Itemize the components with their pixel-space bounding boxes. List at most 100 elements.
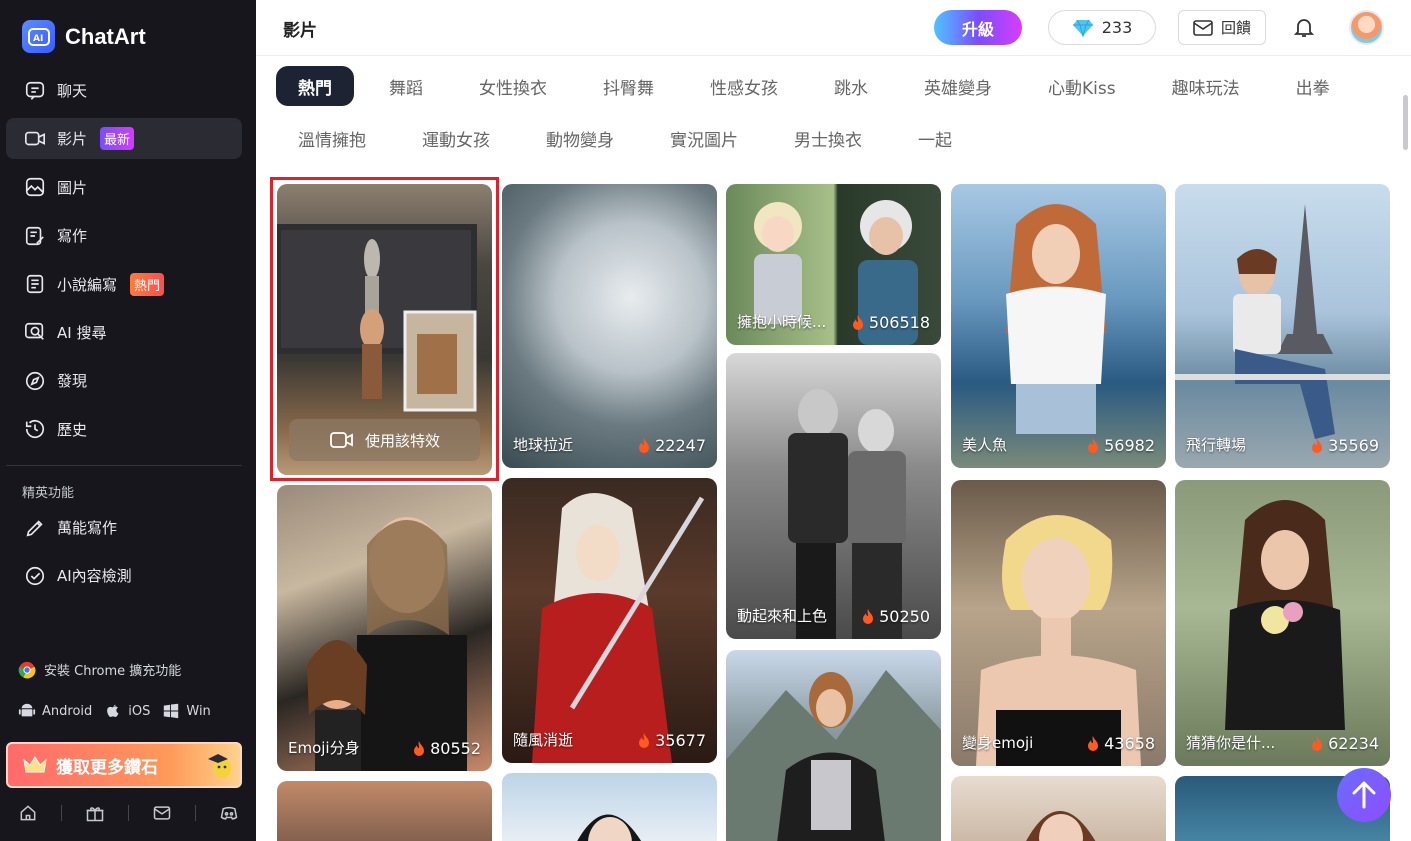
feedback-button[interactable]: 回饋	[1178, 10, 1266, 45]
effect-card[interactable]	[277, 781, 492, 841]
effect-usage-count: 50250	[861, 607, 930, 626]
tab-animal-transform[interactable]: 動物變身	[524, 118, 636, 158]
mascot-icon	[208, 754, 231, 778]
discord-icon[interactable]	[219, 803, 239, 823]
diamond-icon	[1072, 19, 1093, 37]
writing-icon	[25, 226, 44, 245]
get-diamonds-label: 獲取更多鑽石	[56, 757, 158, 778]
bell-icon[interactable]	[1292, 15, 1316, 39]
use-effect-label: 使用該特效	[364, 431, 440, 450]
tab-diving[interactable]: 跳水	[812, 66, 890, 106]
brand[interactable]: AI ChatArt	[22, 20, 146, 53]
effect-card[interactable]	[951, 776, 1166, 841]
sidebar-item-video[interactable]: 影片 最新	[6, 118, 242, 160]
effect-name: 動起來和上色	[737, 607, 828, 625]
brand-name: ChatArt	[65, 23, 146, 49]
sidebar-item-label: 寫作	[57, 227, 88, 246]
effect-card[interactable]: 動起來和上色 50250	[726, 353, 941, 639]
image-icon	[25, 178, 45, 197]
sidebar-item-label: AI 搜尋	[57, 323, 107, 342]
tab-sport-girl[interactable]: 運動女孩	[400, 118, 512, 158]
tab-dance[interactable]: 舞蹈	[367, 66, 445, 106]
sidebar-item-label: 圖片	[57, 178, 88, 197]
sidebar-divider	[6, 465, 242, 466]
toolbar-separator	[60, 805, 62, 821]
flame-icon	[1312, 735, 1323, 751]
gift-icon[interactable]	[85, 803, 105, 823]
sidebar-item-discover[interactable]: 發現	[6, 360, 242, 401]
tab-sexy-girl[interactable]: 性感女孩	[688, 66, 800, 106]
tab-warm-hug[interactable]: 溫情擁抱	[276, 118, 388, 158]
sidebar-item-chat[interactable]: 聊天	[6, 70, 242, 111]
chat-icon	[25, 81, 45, 100]
toolbar-separator	[127, 805, 129, 821]
usage-count-value: 22247	[655, 436, 706, 455]
effect-usage-count: 22247	[637, 436, 706, 455]
tab-live-photo[interactable]: 實況圖片	[648, 118, 760, 158]
tab-male-outfit[interactable]: 男士換衣	[772, 118, 884, 158]
effect-card[interactable]: 飛行轉場 35569	[1175, 184, 1390, 468]
toolbar-separator	[194, 805, 196, 821]
tab-punch[interactable]: 出拳	[1274, 66, 1352, 106]
sidebar-item-label: 歷史	[57, 420, 88, 439]
usage-count-value: 506518	[868, 313, 930, 332]
sidebar-item-label: 小說編寫	[57, 275, 118, 294]
tab-fun[interactable]: 趣味玩法	[1150, 66, 1262, 106]
effect-card[interactable]	[726, 650, 941, 841]
chrome-extension-link[interactable]: 安裝 Chrome 擴充功能	[18, 660, 181, 679]
tab-row-2: 溫情擁抱 運動女孩 動物變身 實況圖片 男士換衣 一起	[276, 118, 974, 158]
android-label[interactable]: Android	[42, 704, 92, 719]
scroll-to-top-button[interactable]	[1337, 768, 1391, 822]
sidebar-item-writing[interactable]: 寫作	[6, 215, 242, 256]
flame-icon	[639, 437, 650, 453]
elite-nav: 萬能寫作 AI內容檢測	[6, 507, 242, 604]
windows-icon[interactable]	[162, 702, 180, 720]
flame-icon	[1088, 735, 1099, 751]
sidebar-nav: 聊天 影片 最新 圖片 寫作 小說編寫 熱門 AI 搜尋 發現 歷史	[6, 70, 242, 457]
sidebar-item-image[interactable]: 圖片	[6, 167, 242, 208]
mail-icon[interactable]	[152, 803, 172, 823]
effect-card-creator[interactable]: 使用該特效	[277, 184, 492, 475]
effect-card[interactable]: 猜猜你是什... 62234	[1175, 480, 1390, 766]
effect-card[interactable]: 變身emoji 43658	[951, 480, 1166, 766]
tab-hero-transform[interactable]: 英雄變身	[902, 66, 1014, 106]
tab-female-outfit[interactable]: 女性換衣	[457, 66, 569, 106]
usage-count-value: 35677	[655, 731, 706, 750]
win-label[interactable]: Win	[186, 704, 210, 719]
effect-card[interactable]: 隨風消逝 35677	[502, 478, 717, 763]
sidebar-item-novel[interactable]: 小說編寫 熱門	[6, 264, 242, 305]
avatar[interactable]	[1349, 10, 1384, 45]
sidebar-item-ai-search[interactable]: AI 搜尋	[6, 312, 242, 353]
tab-together[interactable]: 一起	[896, 118, 974, 158]
get-diamonds-button[interactable]: 獲取更多鑽石	[6, 742, 242, 788]
chrome-icon	[18, 661, 36, 679]
apple-icon[interactable]	[104, 702, 122, 720]
android-icon[interactable]	[18, 702, 36, 720]
tab-twerk[interactable]: 抖臀舞	[581, 66, 676, 106]
ios-label[interactable]: iOS	[128, 704, 150, 719]
sidebar-item-universal-writing[interactable]: 萬能寫作	[6, 507, 242, 548]
effect-name: 變身emoji	[962, 734, 1034, 752]
effect-card[interactable]	[502, 773, 717, 841]
tab-kiss[interactable]: 心動Kiss	[1026, 66, 1138, 106]
effect-card[interactable]: 美人魚 56982	[951, 184, 1166, 468]
usage-count-value: 80552	[430, 739, 481, 758]
effect-card[interactable]: 地球拉近 22247	[502, 184, 717, 468]
gem-balance[interactable]: 233	[1048, 10, 1156, 45]
scrollbar[interactable]	[1403, 95, 1408, 150]
usage-count-value: 43658	[1104, 734, 1155, 753]
tab-hot[interactable]: 熱門	[276, 66, 354, 106]
effect-name: 飛行轉場	[1186, 436, 1247, 454]
history-icon	[25, 420, 45, 439]
card-thumbnail	[1225, 500, 1345, 730]
chrome-extension-label: 安裝 Chrome 擴充功能	[44, 664, 182, 679]
effect-name: Emoji分身	[288, 739, 360, 757]
home-icon[interactable]	[18, 803, 38, 823]
upgrade-button[interactable]: 升級	[934, 10, 1022, 45]
effect-card[interactable]: 擁抱小時候... 506518	[726, 184, 941, 345]
sidebar-item-ai-detection[interactable]: AI內容檢測	[6, 555, 242, 596]
use-effect-button[interactable]: 使用該特效	[289, 419, 480, 461]
effect-usage-count: 506518	[851, 313, 930, 332]
effect-card[interactable]: Emoji分身 80552	[277, 485, 492, 771]
sidebar-item-history[interactable]: 歷史	[6, 409, 242, 450]
